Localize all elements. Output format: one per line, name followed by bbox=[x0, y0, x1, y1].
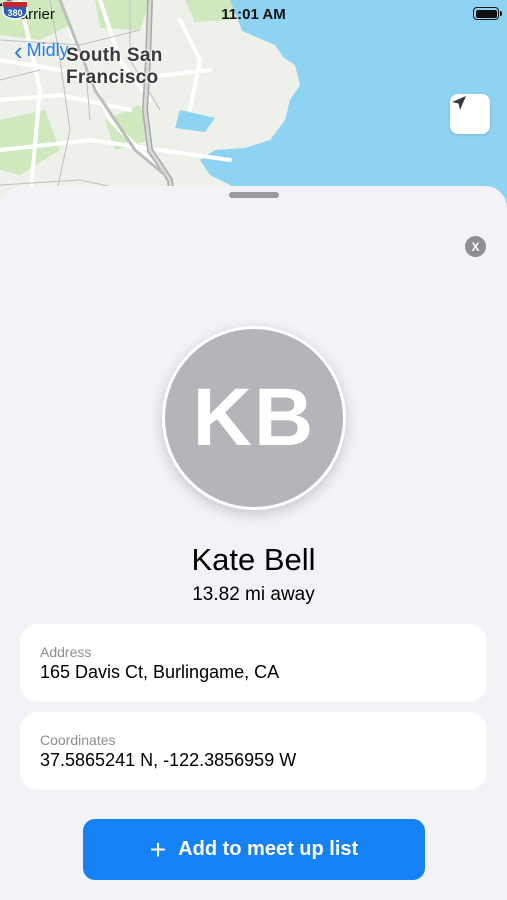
avatar-initials: KB bbox=[192, 372, 316, 463]
chevron-left-icon: ‹ bbox=[14, 35, 23, 66]
back-button-label: Midly bbox=[26, 40, 69, 60]
avatar: KB bbox=[162, 326, 346, 510]
address-value: 165 Davis Ct, Burlingame, CA bbox=[40, 662, 280, 682]
locate-me-button[interactable] bbox=[450, 94, 490, 134]
add-to-meetup-button[interactable]: + Add to meet up list bbox=[83, 819, 425, 880]
map-city-line2: Francisco bbox=[66, 67, 159, 88]
highway-shield-number: 380 bbox=[7, 8, 22, 18]
battery-icon bbox=[473, 7, 502, 20]
add-to-meetup-label: Add to meet up list bbox=[178, 838, 359, 860]
coordinates-card: Coordinates 37.5865241 N, -122.3856959 W bbox=[20, 712, 487, 790]
back-button[interactable]: ‹ Midly bbox=[14, 35, 69, 66]
coordinates-label: Coordinates bbox=[40, 732, 116, 748]
plus-icon: + bbox=[149, 833, 167, 865]
status-bar: Carrier 11:01 AM bbox=[0, 0, 507, 28]
map-city-label: South San Francisco bbox=[66, 45, 163, 89]
contact-sheet: X KB Kate Bell 13.82 mi away Address 165… bbox=[0, 186, 507, 900]
contact-distance: 13.82 mi away bbox=[192, 584, 315, 605]
address-label: Address bbox=[40, 644, 92, 660]
location-arrow-icon bbox=[452, 96, 466, 110]
contact-name: Kate Bell bbox=[191, 542, 316, 577]
close-icon: X bbox=[471, 239, 480, 254]
status-time: 11:01 AM bbox=[221, 6, 286, 23]
sheet-grabber[interactable] bbox=[229, 192, 279, 198]
map-city-line1: South San bbox=[66, 45, 163, 66]
address-card: Address 165 Davis Ct, Burlingame, CA bbox=[20, 624, 487, 702]
coordinates-value: 37.5865241 N, -122.3856959 W bbox=[40, 750, 297, 770]
highway-shield: 380 bbox=[2, 1, 28, 20]
close-button[interactable]: X bbox=[465, 236, 486, 257]
